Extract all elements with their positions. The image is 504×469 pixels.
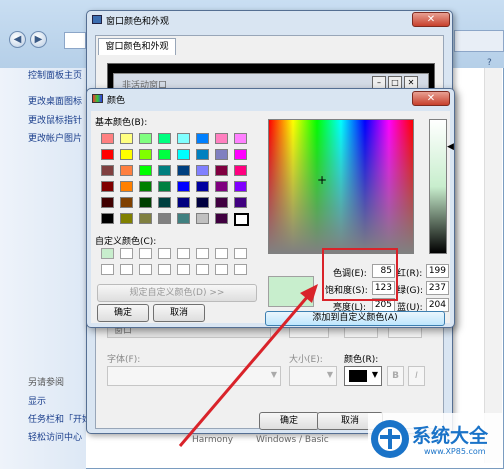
watermark-url: www.XP85.com — [424, 447, 486, 456]
watermark-brand: 系统大全 — [412, 425, 489, 447]
watermark-logo: 系统大全 www.XP85.com — [368, 413, 502, 467]
annotation-arrow — [178, 284, 318, 447]
arrow-line — [178, 295, 310, 447]
logo-icon — [371, 420, 409, 458]
